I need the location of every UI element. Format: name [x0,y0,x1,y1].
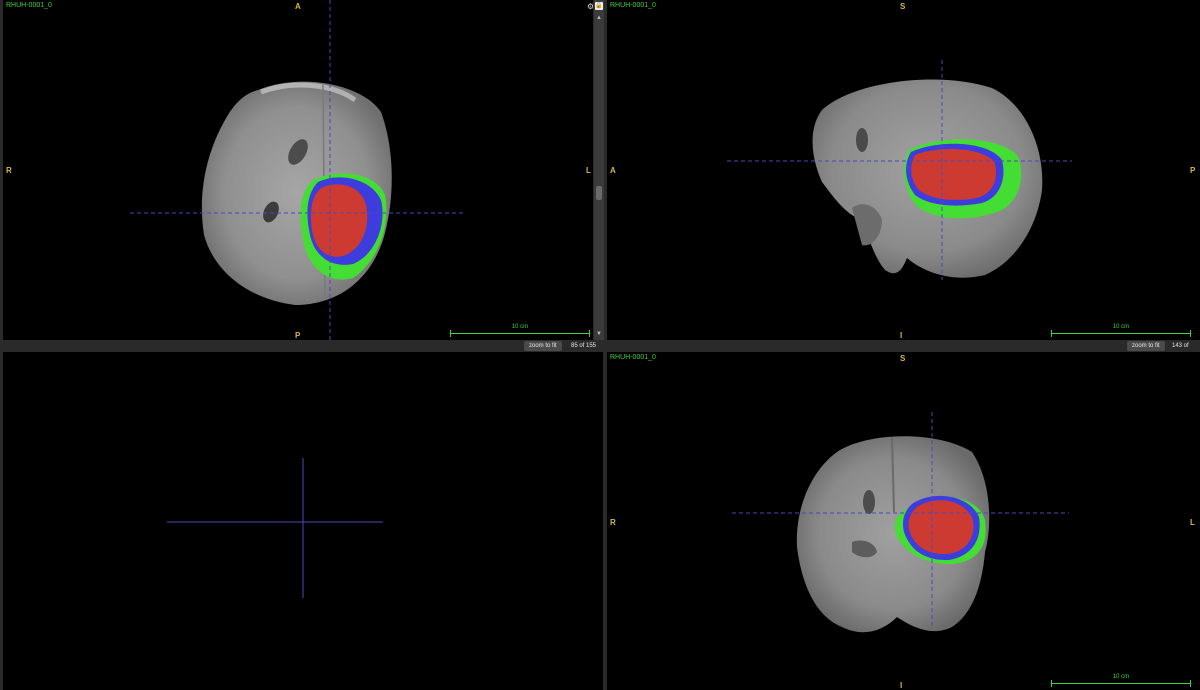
sagittal-zoom-to-fit-button[interactable]: zoom to fit [1127,341,1165,351]
coronal-view-pane[interactable]: RHUH-0001_0 S I R L 10 cm [607,352,1200,690]
orient-top: S [900,2,906,11]
gear-icon[interactable]: ⚙ [587,2,593,11]
3d-view-pane[interactable] [3,352,603,690]
axial-zoom-to-fit-button[interactable]: zoom to fit [524,341,562,351]
coronal-image[interactable] [607,352,1200,690]
axial-view-pane[interactable]: RHUH-0001_0 A P R L 10 cm ⚙ [3,0,593,340]
sagittal-image[interactable] [607,0,1200,340]
lock-icon[interactable]: 🔒 [595,2,603,10]
scale-label: 10 cm [1112,674,1130,680]
scroll-down-icon[interactable]: ▼ [595,330,603,338]
scale-label: 10 cm [1112,324,1130,330]
pane-title: RHUH-0001_0 [6,2,52,9]
orient-top: A [295,2,301,11]
axial-slice-indicator: 85 of 155 [571,343,597,349]
pane-title: RHUH-0001_0 [610,354,656,361]
orient-right: L [586,166,591,175]
scale-bar: 10 cm [450,324,590,337]
necrosis-region [911,149,997,200]
3d-view-canvas[interactable] [3,352,603,690]
scale-label: 10 cm [511,324,529,330]
orient-bottom: I [900,681,903,690]
pane-title: RHUH-0001_0 [610,2,656,9]
scale-bar: 10 cm [1051,674,1191,687]
orient-left: R [610,518,616,527]
orient-left: A [610,166,616,175]
orient-left: R [6,166,12,175]
scale-bar: 10 cm [1051,324,1191,337]
axial-scrollbar[interactable]: 🔒 ▲ ▼ [594,0,604,340]
scroll-up-icon[interactable]: ▲ [595,14,603,22]
axial-image[interactable] [3,0,593,340]
orient-right: L [1190,518,1195,527]
orient-top: S [900,354,906,363]
orient-bottom: I [900,331,903,340]
orient-right: P [1190,166,1196,175]
orient-bottom: P [295,331,301,340]
scroll-thumb[interactable] [596,186,602,200]
sagittal-view-pane[interactable]: RHUH-0001_0 S I A P 10 cm [607,0,1200,340]
